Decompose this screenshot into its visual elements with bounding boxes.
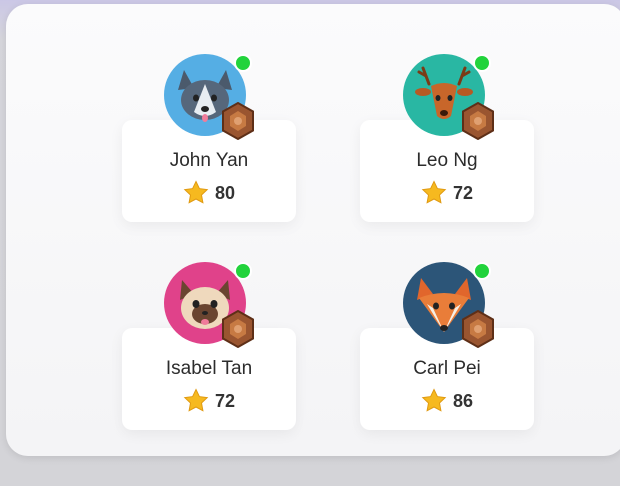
online-status-dot	[473, 262, 491, 280]
player-name: Leo Ng	[416, 150, 478, 171]
rank-badge-icon	[461, 309, 495, 349]
player-score-row: 86	[360, 388, 534, 414]
player-score: 72	[452, 182, 474, 203]
player-score: 86	[452, 390, 474, 411]
player-score: 80	[214, 182, 236, 203]
players-panel: John Yan 80 Leo Ng 72 Isabel Tan 72 Carl…	[6, 4, 620, 456]
player-score-row: 72	[360, 180, 534, 206]
rank-badge-icon	[461, 101, 495, 141]
star-icon	[183, 180, 209, 206]
star-icon	[421, 388, 447, 414]
player-score-row: 72	[122, 388, 296, 414]
player-score: 72	[214, 390, 236, 411]
player-name: John Yan	[169, 150, 249, 171]
app-background: John Yan 80 Leo Ng 72 Isabel Tan 72 Carl…	[0, 0, 620, 486]
rank-badge-icon	[221, 309, 255, 349]
player-score-row: 80	[122, 180, 296, 206]
star-icon	[421, 180, 447, 206]
online-status-dot	[234, 262, 252, 280]
online-status-dot	[473, 54, 491, 72]
player-name: Carl Pei	[413, 358, 481, 379]
player-name: Isabel Tan	[165, 358, 253, 379]
online-status-dot	[234, 54, 252, 72]
star-icon	[183, 388, 209, 414]
rank-badge-icon	[221, 101, 255, 141]
